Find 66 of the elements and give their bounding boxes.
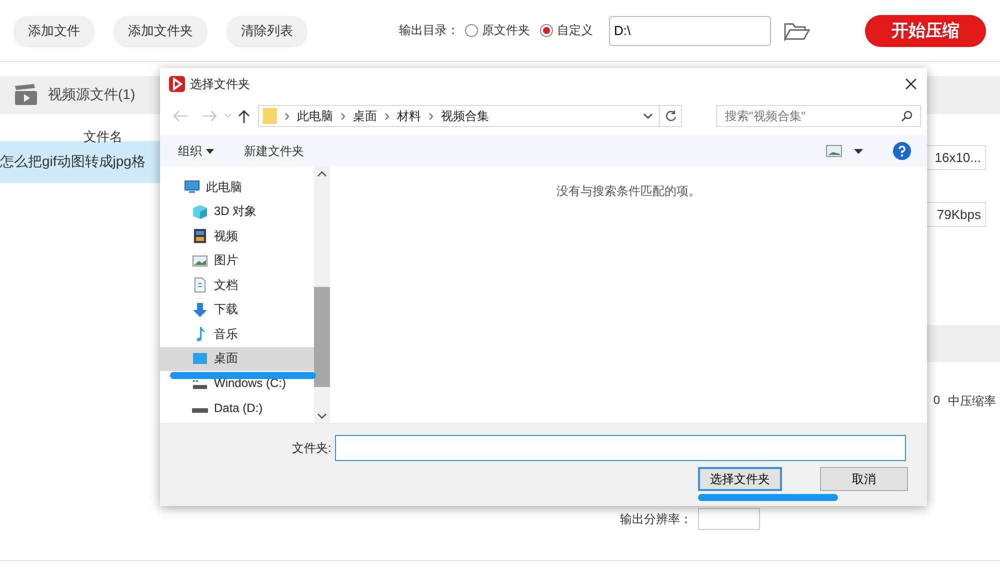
toolbar-button[interactable]: 添加文件 [14, 16, 94, 46]
refresh-button[interactable] [660, 105, 682, 127]
drive-icon [192, 408, 208, 414]
toolbar-button[interactable]: 清除列表 [227, 16, 307, 46]
picture-icon [192, 252, 208, 269]
start-button[interactable]: 开始压缩 [865, 14, 986, 46]
chevron-right-icon [429, 112, 433, 120]
output-label: 输出目录： [399, 22, 459, 39]
cube-icon [192, 204, 208, 220]
section-title: 视频源文件(1) [48, 86, 136, 104]
chevron-right-icon [285, 112, 289, 120]
folder-label: 文件夹: [292, 440, 332, 456]
tree-item[interactable]: 桌面 [160, 346, 314, 371]
organize-menu[interactable]: 组织 [178, 142, 214, 160]
document-icon [192, 277, 208, 294]
film-icon [192, 228, 208, 244]
caret-icon [206, 148, 214, 154]
new-folder-button[interactable]: 新建文件夹 [244, 142, 304, 160]
dropdown-caret-icon[interactable] [643, 113, 653, 119]
down-arrow-icon [192, 302, 208, 318]
chevron-down-icon [224, 113, 232, 119]
up-arrow-icon [238, 109, 250, 123]
breadcrumb[interactable]: 桌面 [353, 108, 377, 124]
tree-item[interactable]: 下载 [160, 298, 314, 322]
toolbar-button[interactable]: 添加文件夹 [114, 16, 207, 46]
tree-item[interactable]: 视频 [160, 224, 314, 248]
column-header: 文件名 [82, 128, 124, 141]
tree-item[interactable]: Data (D:) [160, 396, 314, 420]
cancel-button[interactable]: 取消 [820, 467, 908, 491]
app-logo-icon [169, 76, 185, 92]
compression-label: 中压缩率 [948, 393, 996, 410]
search-icon [901, 110, 913, 122]
resolution-label: 输出分辨率： [620, 510, 692, 528]
breadcrumb[interactable]: 材料 [397, 108, 421, 124]
back-arrow-icon [172, 110, 188, 122]
tree-item[interactable]: 此电脑 [160, 175, 314, 200]
radio-option[interactable]: 原文件夹 [465, 22, 530, 39]
tree-item[interactable]: 音乐 [160, 322, 314, 346]
radio-option[interactable]: 自定义 [540, 22, 593, 39]
forward-arrow-icon [202, 110, 218, 122]
empty-message: 没有与搜索条件匹配的项。 [556, 184, 700, 198]
dialog-title: 选择文件夹 [190, 76, 251, 92]
folder-field[interactable] [335, 435, 906, 461]
tree-item[interactable]: 3D 对象 [160, 200, 314, 224]
breadcrumb[interactable]: 视频合集 [441, 108, 489, 124]
refresh-icon [664, 110, 676, 122]
folder-icon [263, 108, 277, 124]
view-icon[interactable] [826, 145, 842, 157]
select-folder-button[interactable]: 选择文件夹 [698, 467, 782, 491]
chevron-right-icon [341, 112, 345, 120]
path-field[interactable]: D:\ [609, 16, 771, 46]
computer-icon [184, 179, 200, 196]
tree-item[interactable]: 文档 [160, 273, 314, 298]
help-icon[interactable] [893, 142, 911, 160]
breadcrumb[interactable]: 此电脑 [297, 108, 333, 124]
address-bar[interactable]: 此电脑 桌面 材料 视频合集 [258, 105, 660, 127]
close-icon [905, 78, 917, 90]
compression-value: 0 [933, 393, 940, 409]
desktop-icon [192, 350, 208, 367]
search-field[interactable]: 搜索"视频合集" [716, 105, 921, 127]
caret-icon[interactable] [854, 148, 863, 154]
chevron-right-icon [385, 112, 389, 120]
up-button[interactable] [238, 109, 250, 123]
scrollbar[interactable] [314, 167, 330, 423]
tree-item[interactable]: 图片 [160, 248, 314, 273]
clapper-icon [14, 84, 38, 106]
